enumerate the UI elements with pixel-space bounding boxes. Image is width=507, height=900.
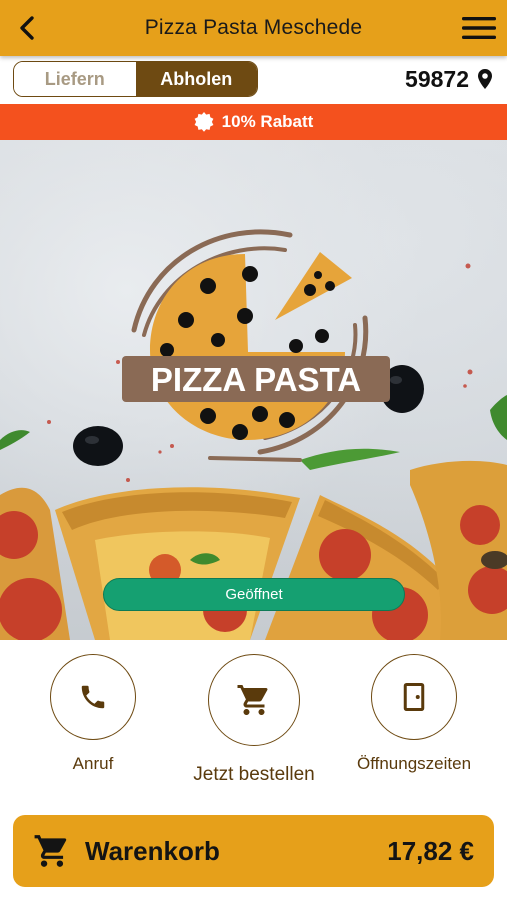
door-icon [403,683,425,711]
toggle-option-abholen[interactable]: Abholen [135,62,257,96]
page-title: Pizza Pasta Meschede [144,16,363,39]
open-status-button[interactable]: Geöffnet [103,578,405,611]
order-now-label: Jetzt bestellen [193,764,315,785]
postal-code-selector[interactable]: 59872 [405,64,493,94]
call-action[interactable]: Anruf [50,654,136,774]
opening-hours-label: Öffnungszeiten [356,754,472,773]
open-status-label: Geöffnet [225,586,283,603]
opening-hours-button[interactable] [371,654,457,740]
chevron-left-icon [20,16,34,40]
promo-banner[interactable]: 10% Rabatt [0,104,507,140]
cart-total: 17,82 € [387,835,474,866]
app-header: Pizza Pasta Meschede [0,0,507,56]
call-label: Anruf [72,754,114,773]
order-now-action[interactable]: Jetzt bestellen [193,654,315,786]
cart-label: Warenkorb [85,835,220,866]
cart-button[interactable]: Warenkorb 17,82 € [13,815,494,887]
logo-text: PIZZA PASTA [151,361,361,398]
toggle-option-liefern[interactable]: Liefern [14,62,136,96]
order-now-button[interactable] [208,654,300,746]
discount-badge-icon [194,112,214,132]
pizza-background-illustration: PIZZA PASTA [0,229,507,640]
back-button[interactable] [12,12,44,44]
menu-button[interactable] [461,12,497,44]
opening-hours-action[interactable]: Öffnungszeiten [357,654,471,774]
call-button[interactable] [50,654,136,740]
delivery-mode-toggle: Liefern Abholen [13,61,258,97]
hamburger-menu-icon [462,17,496,39]
hero-image: PIZZA PASTA [0,140,507,640]
shopping-cart-icon [34,835,67,867]
location-pin-icon [478,69,492,89]
promo-text: 10% Rabatt [221,112,314,131]
shopping-cart-icon [237,685,268,715]
postal-code: 59872 [405,65,469,92]
phone-icon [81,685,105,709]
restaurant-logo: PIZZA PASTA [122,229,390,462]
